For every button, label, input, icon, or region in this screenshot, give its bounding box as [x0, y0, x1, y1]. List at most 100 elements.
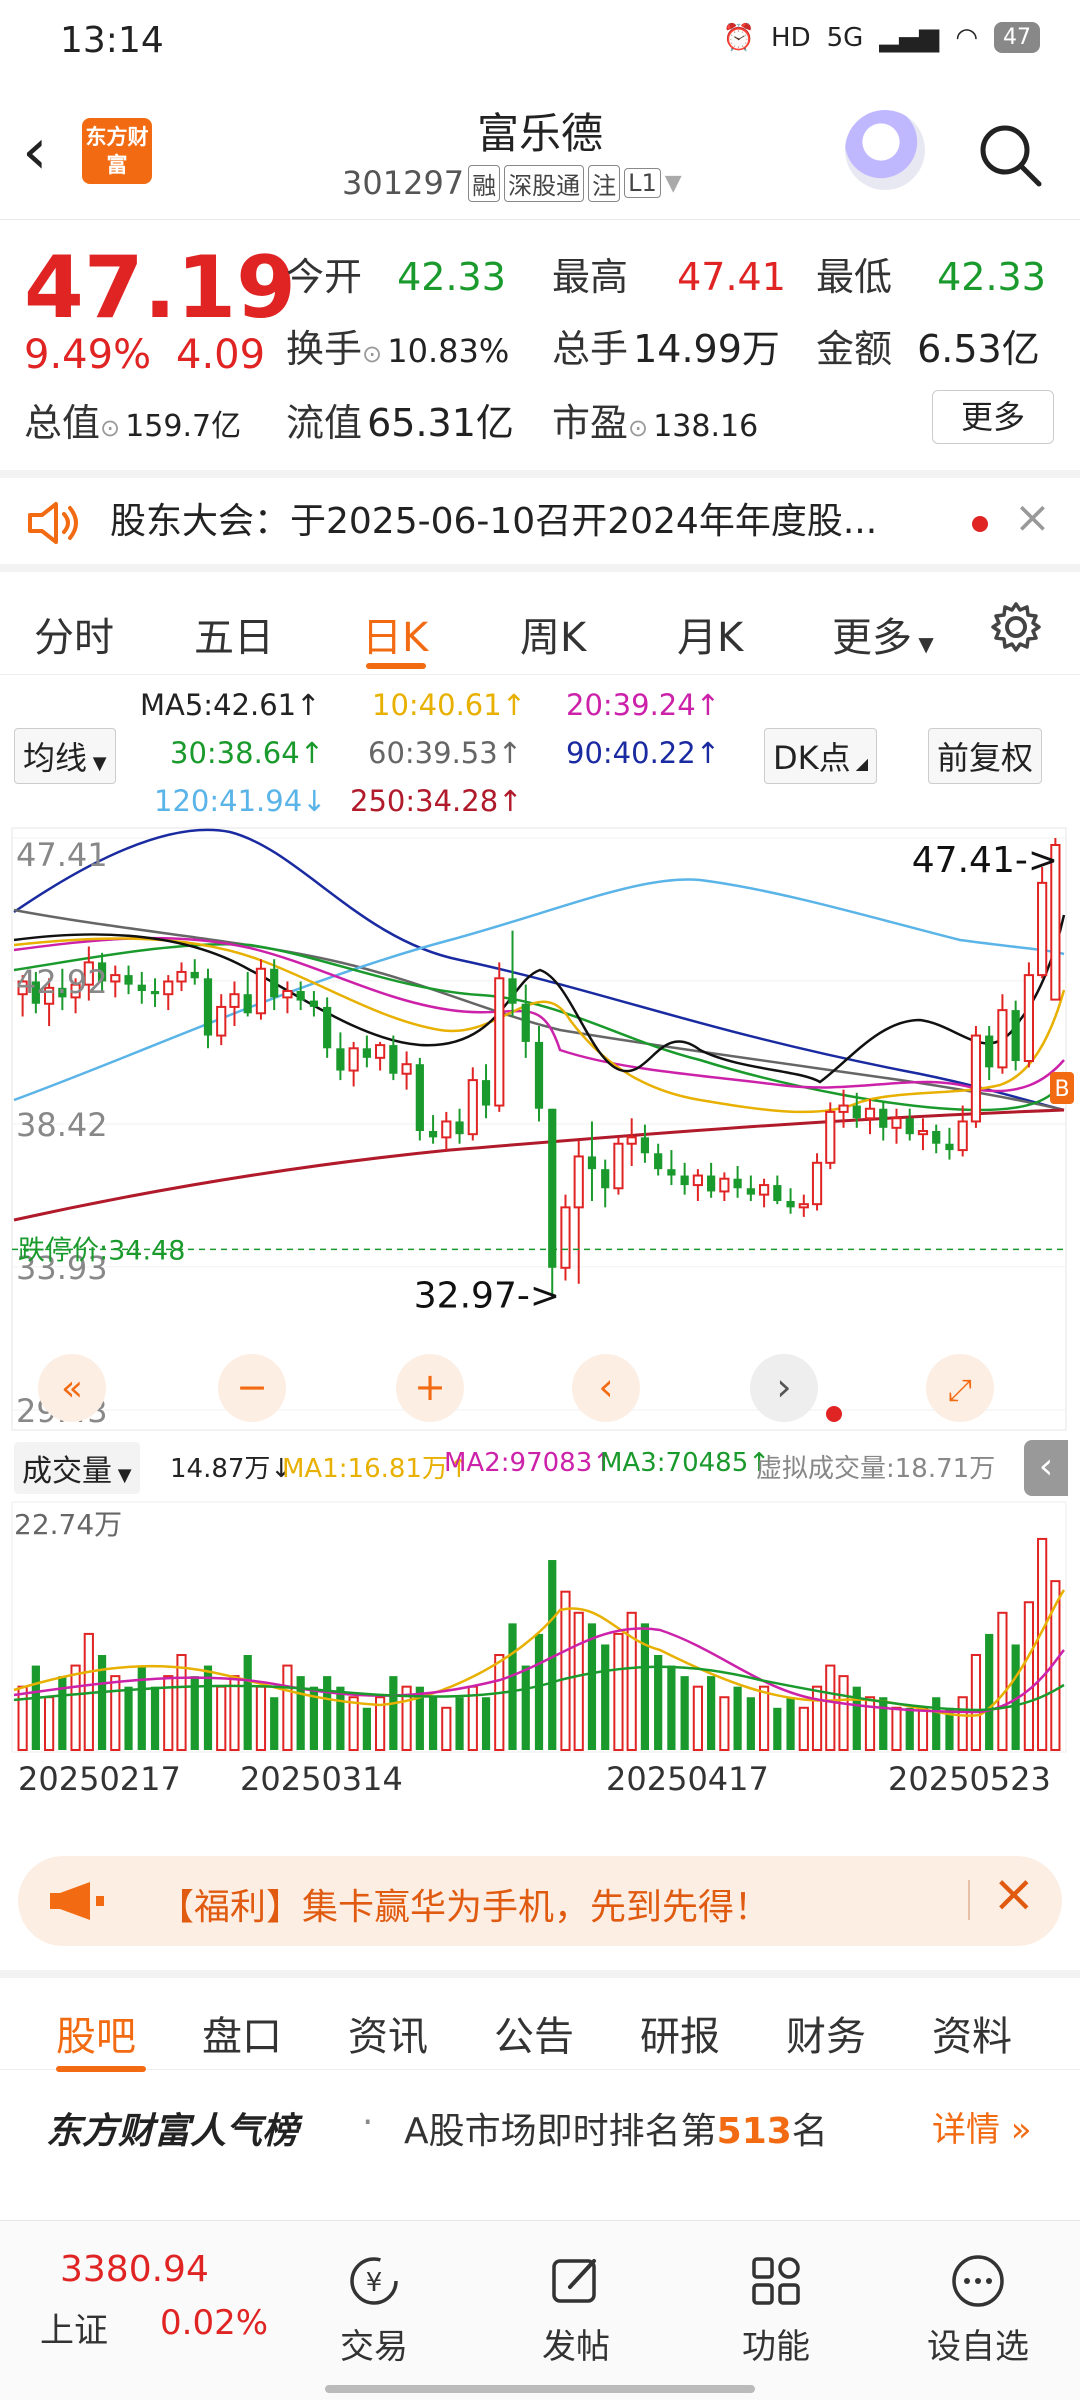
- status-bar: 13:14 ⏰ HD 5G ▂▄▆ ◠ 47: [0, 0, 1080, 80]
- candle-body: [879, 1108, 888, 1128]
- volume-bar: [997, 1611, 1008, 1752]
- notice-bar[interactable]: 股东大会：于2025-06-10召开2024年年度股... ×: [0, 470, 1080, 572]
- index-change[interactable]: 0.02%: [160, 2303, 268, 2343]
- bottom-navigation: 3380.94 上证 0.02% ¥ 交易 发帖 功能 设自选: [0, 2220, 1080, 2400]
- candle-body: [521, 1003, 530, 1042]
- candle-body: [508, 978, 517, 1004]
- ma-type-dropdown[interactable]: 均线 ▼: [14, 728, 116, 784]
- volume-ma1: MA1:16.81万↑: [282, 1454, 470, 1484]
- rank-detail-link[interactable]: 详情 »: [932, 2102, 1032, 2151]
- candle-body: [1037, 881, 1048, 977]
- volume-bar: [879, 1697, 888, 1750]
- nav-post[interactable]: 发帖: [506, 2251, 646, 2368]
- candle-body: [1011, 1010, 1020, 1062]
- edit-icon: [552, 2259, 596, 2303]
- search-icon[interactable]: [975, 120, 1045, 190]
- candle-body: [282, 990, 293, 999]
- nav-add-watchlist[interactable]: 设自选: [908, 2251, 1048, 2368]
- close-icon[interactable]: ×: [1014, 492, 1051, 543]
- volume-bar: [560, 1590, 571, 1751]
- tab-more[interactable]: 更多 ▼: [832, 605, 934, 663]
- tab-weekly-k[interactable]: 周K: [520, 605, 586, 663]
- signal-icon: ▂▄▆: [879, 22, 940, 53]
- volume-bar: [758, 1685, 770, 1751]
- stock-code-row[interactable]: 301297 融 深股通 注 L1 ▼: [342, 164, 682, 202]
- volume-bar: [243, 1655, 252, 1750]
- candle-body: [811, 1161, 823, 1206]
- nav-trade[interactable]: ¥ 交易: [304, 2251, 444, 2368]
- tab-announcement[interactable]: 公告: [494, 2004, 574, 2062]
- promo-banner[interactable]: 【福利】集卡赢华为手机，先到先得！ ×: [18, 1856, 1062, 1946]
- candle-body: [534, 1041, 544, 1109]
- trade-icon: ¥: [350, 2257, 398, 2305]
- tab-monthly-k[interactable]: 月K: [677, 605, 743, 663]
- volume-bar: [680, 1676, 689, 1750]
- nav-functions[interactable]: 功能: [706, 2251, 846, 2368]
- dk-point-button[interactable]: DK点 ◢: [764, 728, 878, 784]
- candle-body: [336, 1048, 345, 1071]
- candle-body: [243, 994, 252, 1014]
- tab-daily-k[interactable]: 日K: [362, 605, 428, 663]
- ma10-value: 10:40.61↑: [372, 688, 526, 722]
- virtual-volume: 虚拟成交量:18.71万: [756, 1454, 996, 1484]
- candle-body: [997, 1009, 1008, 1069]
- robot-avatar[interactable]: [845, 110, 925, 190]
- candle-body: [137, 984, 146, 992]
- tag-registered: 注: [588, 164, 621, 202]
- promo-close-icon[interactable]: ×: [992, 1864, 1036, 1924]
- candle-body: [389, 1045, 398, 1074]
- x-tick-label: 20250314: [240, 1760, 403, 1798]
- tab-finance[interactable]: 财务: [786, 2004, 866, 2062]
- candle-body: [309, 1000, 319, 1007]
- x-tick-label: 20250523: [888, 1760, 1051, 1798]
- candle-body: [401, 1063, 412, 1075]
- tab-research[interactable]: 研报: [640, 2004, 720, 2062]
- stock-header: ‹ 东方财富 富乐德 301297 融 深股通 注 L1 ▼: [0, 80, 1080, 220]
- volume-bar: [17, 1685, 28, 1751]
- candle-body: [560, 1206, 571, 1269]
- candle-body: [773, 1185, 782, 1201]
- candle-body: [150, 991, 160, 995]
- tab-five-day[interactable]: 五日: [194, 605, 274, 663]
- volume-bar: [110, 1675, 121, 1751]
- gear-icon[interactable]: [990, 601, 1042, 653]
- x-tick-label: 20250217: [18, 1760, 181, 1798]
- tab-intraday[interactable]: 分时: [34, 605, 114, 663]
- adjust-button[interactable]: 前复权: [928, 728, 1043, 784]
- volume-bar: [216, 1685, 227, 1751]
- tab-forum[interactable]: 股吧: [56, 2004, 136, 2062]
- info-icon[interactable]: ⊙: [100, 414, 120, 442]
- minus-icon: −: [236, 1365, 268, 1409]
- info-icon[interactable]: ⊙: [362, 340, 382, 368]
- volume-bar: [389, 1676, 398, 1750]
- tab-news[interactable]: 资讯: [348, 2004, 428, 2062]
- volume-bar: [932, 1697, 941, 1750]
- change-amount: 4.09: [176, 332, 266, 378]
- candle-body: [838, 1104, 849, 1113]
- x-axis-labels: 20250217 20250314 20250417 20250523: [18, 1760, 1051, 1798]
- candlestick-chart[interactable]: 47.4142.9238.4233.9329.43 跌停价:34.48 47.4…: [0, 820, 1080, 1440]
- tag-connect: 深股通: [504, 164, 585, 202]
- volume-bar: [534, 1633, 544, 1750]
- candle-body: [719, 1177, 730, 1193]
- candle-body: [362, 1048, 371, 1058]
- candle-body: [573, 1155, 584, 1209]
- more-quote-button[interactable]: 更多: [932, 390, 1054, 444]
- volume-current: 14.87万↓: [170, 1454, 293, 1484]
- index-name[interactable]: 上证: [40, 2303, 108, 2352]
- info-icon[interactable]: ⊙: [628, 414, 648, 442]
- candle-body: [680, 1175, 689, 1186]
- quote-field-high: 最高 47.41: [552, 255, 786, 299]
- volume-bar: [719, 1696, 730, 1751]
- collapse-panel-button[interactable]: ‹: [1024, 1440, 1068, 1496]
- tab-profile[interactable]: 资料: [932, 2004, 1012, 2062]
- index-value[interactable]: 3380.94: [60, 2249, 209, 2290]
- home-indicator: [325, 2385, 755, 2393]
- notice-text: 股东大会：于2025-06-10召开2024年年度股...: [110, 501, 878, 542]
- popularity-rank[interactable]: 东方财富人气榜 · A股市场即时排名第513名 详情 »: [0, 2072, 1080, 2172]
- volume-bar: [508, 1623, 517, 1750]
- candle-body: [891, 1117, 902, 1129]
- volume-indicator-dropdown[interactable]: 成交量 ▼: [14, 1442, 140, 1494]
- quote-field-amount: 金额 6.53亿: [816, 327, 1040, 371]
- tab-orderbook[interactable]: 盘口: [202, 2004, 282, 2062]
